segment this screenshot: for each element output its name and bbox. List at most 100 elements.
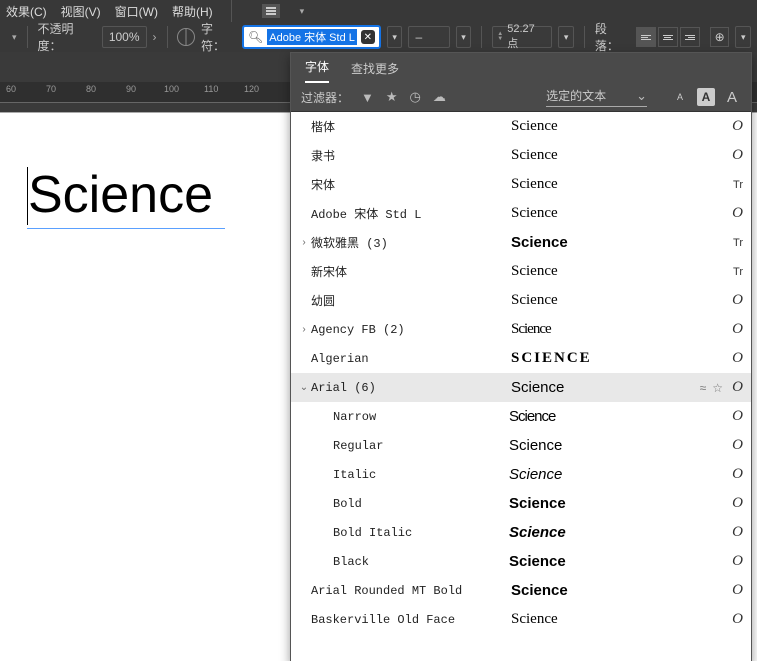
font-row[interactable]: AlgerianSCIENCEO (291, 344, 751, 373)
tab-font[interactable]: 字体 (305, 58, 329, 83)
font-sample: Science (511, 118, 717, 135)
font-family-value: Adobe 宋体 Std L (267, 29, 357, 45)
menu-effects[interactable]: 效果(C) (6, 3, 47, 20)
preview-large[interactable]: A (723, 88, 741, 106)
font-name: Italic (333, 468, 509, 482)
preview-medium[interactable]: A (697, 88, 715, 106)
align-group (636, 27, 700, 47)
separator (584, 26, 585, 48)
font-sample: Science (509, 553, 717, 570)
font-type-badge: O (717, 350, 743, 367)
font-type-badge: O (717, 495, 743, 512)
globe-icon[interactable] (177, 28, 195, 46)
font-row[interactable]: BlackScienceO (291, 547, 751, 576)
spinner-arrows[interactable]: ▲▼ (497, 32, 503, 42)
opacity-value: 100% (109, 30, 140, 44)
font-family-input[interactable]: 🔍︎ Adobe 宋体 Std L ✕ (242, 25, 381, 49)
funnel-icon[interactable]: ▼ (361, 90, 374, 105)
font-style-select[interactable]: – (408, 26, 449, 48)
dash-value: – (415, 30, 422, 44)
preview-small[interactable]: A (671, 88, 689, 106)
font-row[interactable]: RegularScienceO (291, 431, 751, 460)
align-left-button[interactable] (636, 27, 656, 47)
tab-find-more[interactable]: 查找更多 (351, 60, 399, 83)
font-row[interactable]: 宋体ScienceTr (291, 170, 751, 199)
align-right-button[interactable] (680, 27, 700, 47)
separator (231, 0, 232, 22)
canvas-text[interactable]: Science (28, 165, 213, 225)
selection-underline (27, 227, 225, 229)
font-row[interactable]: 楷体ScienceO (291, 112, 751, 141)
opacity-label: 不透明度： (38, 20, 96, 54)
chevron-down-icon: ⌄ (636, 88, 647, 104)
font-type-badge: O (717, 147, 743, 164)
font-style-dropdown[interactable]: ▾ (456, 26, 472, 48)
preview-text-value: 选定的文本 (546, 87, 606, 104)
font-sample: Science (509, 437, 717, 454)
preview-text-select[interactable]: 选定的文本 ⌄ (546, 87, 647, 107)
preview-size-group: A A A (671, 88, 741, 106)
font-sample: Science (511, 234, 717, 251)
font-row[interactable]: 幼圆ScienceO (291, 286, 751, 315)
font-sample: Science (509, 466, 717, 483)
font-type-badge: O (717, 205, 743, 222)
font-family-dropdown[interactable]: ▾ (387, 26, 403, 48)
menu-help[interactable]: 帮助(H) (172, 3, 213, 20)
font-type-badge: Tr (717, 179, 743, 191)
star-icon[interactable]: ★ (386, 89, 398, 105)
align-center-button[interactable] (658, 27, 678, 47)
separator (167, 26, 168, 48)
clock-icon[interactable]: ◷ (410, 89, 421, 105)
font-type-badge: O (717, 466, 743, 483)
font-row[interactable]: ›Agency FB (2)ScienceO (291, 315, 751, 344)
font-name: Baskerville Old Face (311, 613, 511, 627)
font-row[interactable]: ›微软雅黑 (3)ScienceTr (291, 228, 751, 257)
menu-window[interactable]: 窗口(W) (115, 3, 158, 20)
filter-label: 过滤器： (301, 89, 349, 106)
font-panel-tabs: 字体 查找更多 (291, 53, 751, 83)
expand-icon[interactable]: › (297, 324, 311, 335)
font-panel-filter-bar: 过滤器： ▼ ★ ◷ ☁ 选定的文本 ⌄ A A A (291, 83, 751, 112)
font-name: Bold (333, 497, 509, 511)
menubar: 效果(C) 视图(V) 窗口(W) 帮助(H) ▾ (0, 0, 757, 22)
chevron-down-icon[interactable]: ▾ (12, 32, 17, 43)
font-row[interactable]: BoldScienceO (291, 489, 751, 518)
opacity-field[interactable]: 100% (102, 26, 147, 48)
font-type-badge: Tr (717, 237, 743, 249)
font-type-badge: O (717, 118, 743, 135)
font-name: 微软雅黑 (3) (311, 234, 511, 251)
font-row[interactable]: ⌄Arial (6)Science≈☆O (291, 373, 751, 402)
menu-view[interactable]: 视图(V) (61, 3, 101, 20)
ruler-num: 100 (164, 84, 179, 94)
font-row[interactable]: Arial Rounded MT BoldScienceO (291, 576, 751, 605)
font-name: 新宋体 (311, 263, 511, 280)
font-name: Agency FB (2) (311, 323, 511, 337)
star-outline-icon[interactable]: ☆ (712, 381, 723, 395)
expand-icon[interactable]: › (297, 237, 311, 248)
warp-text-button[interactable]: ⊕ (710, 27, 729, 47)
font-row[interactable]: Baskerville Old FaceScienceO (291, 605, 751, 634)
similar-icon[interactable]: ≈ (700, 381, 707, 395)
cloud-icon[interactable]: ☁ (433, 89, 446, 105)
font-row[interactable]: Adobe 宋体 Std LScienceO (291, 199, 751, 228)
expand-icon[interactable]: ⌄ (297, 382, 311, 393)
font-list[interactable]: 楷体ScienceO隶书ScienceO宋体ScienceTrAdobe 宋体 … (291, 112, 751, 661)
play-icon[interactable]: › (153, 30, 157, 44)
ruler-num: 110 (204, 84, 218, 94)
font-name: Algerian (311, 352, 511, 366)
font-sample: Science (511, 205, 717, 222)
font-row[interactable]: ItalicScienceO (291, 460, 751, 489)
font-row[interactable]: NarrowScienceO (291, 402, 751, 431)
font-sample: SCIENCE (511, 350, 717, 367)
font-size-field[interactable]: ▲▼ 52.27 点 (492, 26, 552, 48)
warp-dropdown[interactable]: ▾ (735, 26, 751, 48)
font-sample: Science (511, 263, 717, 280)
font-row[interactable]: 隶书ScienceO (291, 141, 751, 170)
font-sample: Science (509, 495, 717, 512)
clear-icon[interactable]: ✕ (361, 30, 375, 44)
workspace-icon[interactable] (262, 4, 280, 18)
font-sample: Science (511, 611, 717, 628)
font-size-dropdown[interactable]: ▾ (558, 26, 574, 48)
font-row[interactable]: 新宋体ScienceTr (291, 257, 751, 286)
font-row[interactable]: Bold ItalicScienceO (291, 518, 751, 547)
